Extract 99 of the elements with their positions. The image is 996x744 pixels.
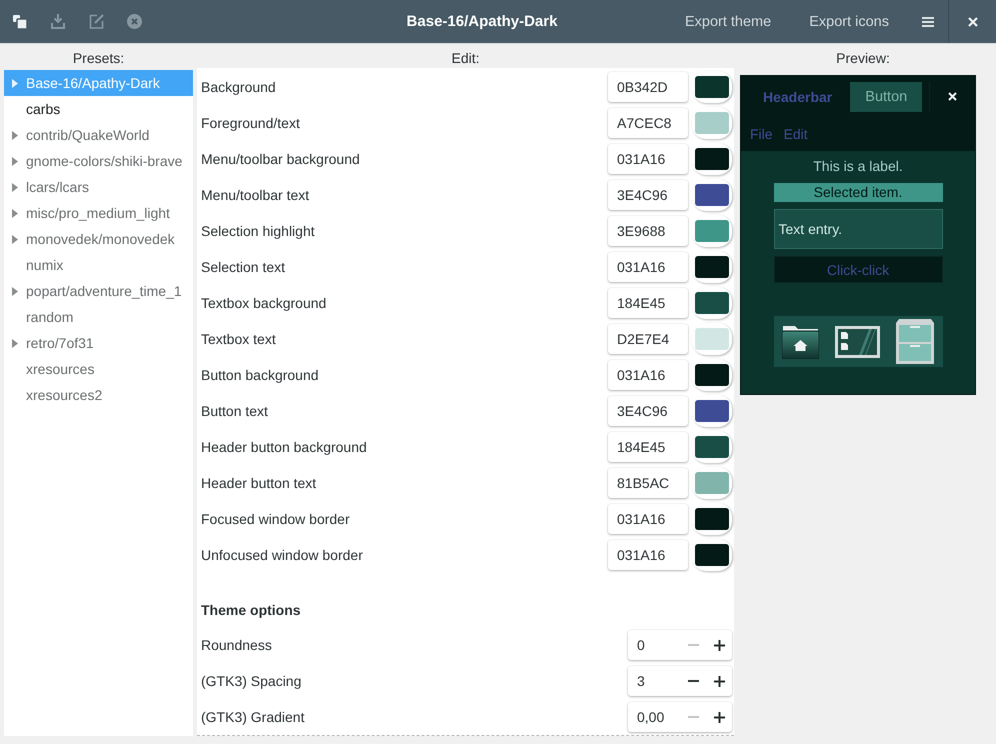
preview-headerbar-title: Headerbar [763,88,832,104]
spin-value[interactable]: 3 [628,673,680,689]
download-icon [51,14,65,29]
expander-icon[interactable] [12,338,18,348]
hex-field[interactable]: A7CEC8 [608,108,688,138]
expander-icon[interactable] [12,78,18,88]
color-option-label: Header button text [201,475,318,491]
x-circle-icon [126,14,142,29]
preset-item[interactable]: lcars/lcars [4,174,193,200]
close-icon[interactable] [948,92,958,101]
preset-item[interactable]: monovedek/monovedek [4,226,193,252]
terminal-window-icon [834,326,880,358]
close-icon [968,16,978,26]
menu-icon [922,16,934,26]
preset-item[interactable]: carbs [4,96,193,122]
color-option-label: Textbox background [201,295,328,311]
color-button[interactable] [692,215,732,247]
plus-icon [714,640,724,650]
preview-label-text: This is a label. [813,157,903,175]
preset-item[interactable]: contrib/QuakeWorld [4,122,193,148]
color-option-label: Menu/toolbar background [201,151,361,167]
color-button[interactable] [692,107,732,139]
color-option-label: Selection highlight [201,223,316,239]
color-option-label: Button background [201,367,320,383]
color-button[interactable] [692,287,732,319]
color-button[interactable] [692,179,732,211]
presets-label: Presets: [72,49,126,68]
spin-button[interactable]: 3 [628,666,732,696]
expander-icon[interactable] [12,286,18,296]
preset-item[interactable]: random [4,304,193,330]
minus-icon [688,644,698,646]
spin-button[interactable]: 0 [628,630,732,660]
preset-item[interactable]: numix [4,252,193,278]
filing-cabinet-icon [896,319,934,364]
option-label: (GTK3) Spacing [201,673,302,689]
color-button[interactable] [692,359,732,391]
hex-field[interactable]: 3E4C96 [608,396,688,426]
expander-icon[interactable] [12,208,18,218]
spin-value[interactable]: 0,00 [628,709,680,725]
color-option-label: Background [201,79,277,95]
color-option-label: Button text [201,403,269,419]
minus-icon [688,680,698,682]
hex-field[interactable]: 81B5AC [608,468,688,498]
home-folder-icon [782,324,819,359]
edit-label: Edit: [450,49,480,68]
expander-icon[interactable] [12,234,18,244]
preview-label: Preview: [835,49,891,68]
preset-item[interactable]: misc/pro_medium_light [4,200,193,226]
duplicate-icon [13,14,27,28]
color-button[interactable] [692,467,732,499]
hex-field[interactable]: 031A16 [608,360,688,390]
window-title: Base-16/Apathy-Dark [406,13,558,30]
preset-item[interactable]: popart/adventure_time_1 [4,278,193,304]
option-label: (GTK3) Gradient [201,709,306,725]
color-option-label: Focused window border [201,511,351,527]
color-option-label: Selection text [201,259,286,275]
hex-field[interactable]: 031A16 [608,144,688,174]
color-button[interactable] [692,71,732,103]
color-button[interactable] [692,251,732,283]
color-button[interactable] [692,395,732,427]
preset-item[interactable]: xresources2 [4,382,193,408]
hex-field[interactable]: 031A16 [608,252,688,282]
theme-options-heading: Theme options [200,601,302,620]
hex-field[interactable]: 031A16 [608,540,688,570]
color-button[interactable] [692,323,732,355]
color-option-label: Header button background [201,439,368,455]
spin-button[interactable]: 0,00 [628,702,732,732]
hex-field[interactable]: 184E45 [608,432,688,462]
export-button[interactable]: Export icons [790,0,908,43]
color-button[interactable] [692,431,732,463]
preset-item[interactable]: gnome-colors/shiki-brave [4,148,193,174]
preset-item[interactable]: xresources [4,356,193,382]
color-option-label: Unfocused window border [201,547,364,563]
hex-field[interactable]: D2E7E4 [608,324,688,354]
hex-field[interactable]: 184E45 [608,288,688,318]
export-button[interactable]: Export theme [666,0,790,43]
hex-field[interactable]: 3E4C96 [608,180,688,210]
spin-value[interactable]: 0 [628,637,680,653]
option-label: Roundness [201,637,273,653]
color-option-label: Textbox text [201,331,277,347]
color-option-label: Menu/toolbar text [201,187,310,203]
minus-icon [688,716,698,718]
preview-selected-item[interactable]: Selected item. [774,183,942,202]
expander-icon[interactable] [12,182,18,192]
expander-icon[interactable] [12,130,18,140]
color-button[interactable] [692,539,732,571]
edit-icon [88,14,104,29]
preset-item[interactable]: retro/7of31 [4,330,193,356]
plus-icon [714,712,724,722]
hex-field[interactable]: 031A16 [608,504,688,534]
expander-icon[interactable] [12,156,18,166]
hex-field[interactable]: 3E9688 [608,216,688,246]
color-button[interactable] [692,143,732,175]
color-option-label: Foreground/text [201,115,301,131]
preview-header-button[interactable]: Button [850,82,922,112]
color-button[interactable] [692,503,732,535]
plus-icon [714,676,724,686]
hex-field[interactable]: 0B342D [608,72,688,102]
preview-text-entry-field[interactable]: Text entry. [774,209,942,249]
